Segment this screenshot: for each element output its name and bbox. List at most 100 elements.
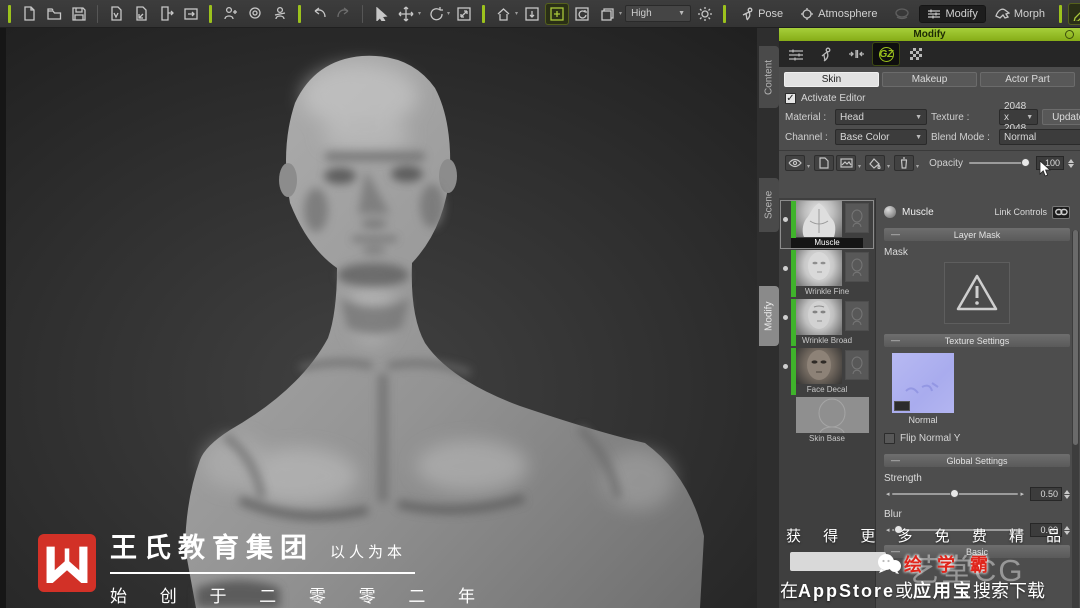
tab-morph-slider[interactable]	[843, 43, 869, 65]
strength-value[interactable]: 0.50	[1030, 487, 1062, 501]
makeup-tab-button[interactable]: Makeup	[882, 72, 977, 87]
undo-button[interactable]	[308, 4, 330, 24]
actor-part-tab-button[interactable]: Actor Part	[980, 72, 1075, 87]
strength-spinner[interactable]	[1064, 489, 1070, 499]
select-tool-button[interactable]	[370, 4, 392, 24]
redo-button[interactable]	[333, 4, 355, 24]
character-create-button[interactable]	[219, 4, 241, 24]
tab-attributes[interactable]	[783, 43, 809, 65]
home-camera-button[interactable]	[492, 4, 514, 24]
modify-panel: Modify GZ Skin Makeup Actor Part ✓ Activ…	[779, 28, 1080, 608]
delete-layer-button[interactable]	[894, 155, 915, 171]
move-tool-caret[interactable]: ▾	[418, 10, 421, 17]
layer-item-muscle[interactable]: Muscle	[780, 200, 874, 249]
layer-name: Wrinkle Broad	[801, 336, 853, 345]
strength-slider[interactable]	[891, 489, 1019, 499]
layer-visibility-icon[interactable]	[783, 364, 788, 369]
layer-mask-section-header[interactable]: — Layer Mask	[884, 228, 1070, 241]
multi-view-caret[interactable]: ▾	[619, 10, 622, 17]
normal-map-thumbnail[interactable]	[892, 353, 954, 413]
edit-mesh-button[interactable]	[1068, 2, 1080, 25]
zoom-fit-button[interactable]	[545, 2, 570, 25]
activate-editor-checkbox[interactable]: ✓	[785, 93, 796, 104]
panel-title-bar[interactable]: Modify	[779, 28, 1080, 41]
fill-layer-button[interactable]	[865, 155, 886, 171]
collapse-icon[interactable]: —	[891, 456, 900, 465]
slider-right-arrow[interactable]: ▸	[1020, 490, 1024, 498]
import-image-layer-button[interactable]	[836, 155, 857, 171]
multi-view-button[interactable]	[596, 4, 618, 24]
side-tab-scene-label: Scene	[763, 190, 775, 220]
move-tool-button[interactable]	[395, 4, 417, 24]
rotate-tool-caret[interactable]: ▾	[447, 10, 450, 17]
rotate-tool-button[interactable]	[424, 4, 446, 24]
orbit-view-button[interactable]	[571, 4, 593, 24]
new-layer-button[interactable]	[814, 155, 835, 171]
character-paint-button[interactable]	[269, 4, 291, 24]
atmosphere-button[interactable]: Atmosphere	[793, 5, 884, 23]
global-settings-section-header[interactable]: — Global Settings	[884, 454, 1070, 467]
frame-object-button[interactable]	[521, 4, 543, 24]
collapse-icon[interactable]: —	[891, 336, 900, 345]
slider-left-arrow[interactable]: ◂	[886, 490, 890, 498]
side-tab-content[interactable]: Content	[759, 46, 779, 108]
scale-tool-button[interactable]	[453, 4, 475, 24]
opacity-slider[interactable]	[968, 158, 1030, 168]
layer-mask-thumbnail[interactable]	[845, 350, 869, 380]
layer-visibility-button[interactable]	[785, 155, 805, 171]
scrollbar-thumb[interactable]	[1073, 230, 1078, 445]
light-settings-button[interactable]	[694, 4, 716, 24]
promo-app-badge: 绘 学 霸	[876, 551, 993, 577]
link-controls-button[interactable]	[1052, 205, 1070, 219]
export-file-button[interactable]	[155, 4, 177, 24]
modify-button[interactable]: Modify	[919, 4, 986, 23]
channel-dropdown[interactable]: Base Color ▼	[835, 129, 927, 145]
side-tab-modify[interactable]: Modify	[759, 286, 779, 346]
layer-visibility-icon[interactable]	[783, 315, 788, 320]
tab-skingen[interactable]: GZ	[872, 42, 900, 66]
export-image-button[interactable]	[180, 4, 202, 24]
texture-size-dropdown[interactable]: 2048 x 2048 ▼	[999, 101, 1039, 134]
layer-mask-thumbnail[interactable]	[845, 301, 869, 331]
update-button[interactable]: Update	[1042, 109, 1080, 125]
delete-layer-caret[interactable]: ▾	[916, 163, 919, 170]
morph-button[interactable]: Morph	[988, 5, 1052, 22]
tab-texture-check[interactable]	[903, 43, 929, 65]
new-project-button[interactable]	[18, 4, 40, 24]
layer-item-skin-base[interactable]: Skin Base	[781, 397, 873, 444]
layer-visibility-icon[interactable]	[783, 217, 788, 222]
layer-item-wrinkle-fine[interactable]: Wrinkle Fine	[781, 250, 873, 297]
panel-title: Modify	[913, 29, 946, 40]
fill-layer-caret[interactable]: ▾	[887, 163, 890, 170]
save-project-button[interactable]	[68, 4, 90, 24]
layer-mask-thumbnail[interactable]	[845, 203, 869, 233]
layer-item-face-decal[interactable]: Face Decal	[781, 348, 873, 395]
open-project-button[interactable]	[43, 4, 65, 24]
flip-normal-checkbox[interactable]	[884, 433, 895, 444]
viewport-3d[interactable]: 王氏教育集团 以人为本 始 创 于 二 零 零 二 年	[0, 28, 757, 608]
home-camera-caret[interactable]: ▾	[515, 10, 518, 17]
layer-item-wrinkle-broad[interactable]: Wrinkle Broad	[781, 299, 873, 346]
mask-empty-slot[interactable]	[944, 262, 1010, 324]
import-content-button[interactable]	[105, 4, 127, 24]
opacity-slider-handle[interactable]	[1021, 158, 1030, 167]
tab-motion[interactable]	[813, 43, 839, 65]
strength-slider-handle[interactable]	[949, 489, 959, 498]
pose-button[interactable]: Pose	[733, 5, 790, 23]
quality-dropdown[interactable]: High ▼	[625, 5, 692, 22]
layer-mask-thumbnail[interactable]	[845, 252, 869, 282]
texture-settings-section-header[interactable]: — Texture Settings	[884, 334, 1070, 347]
material-dropdown[interactable]: Head ▼	[835, 109, 927, 125]
panel-pin-icon[interactable]	[1065, 30, 1074, 39]
import-image-caret[interactable]: ▾	[858, 163, 861, 170]
side-tab-scene[interactable]: Scene	[759, 178, 779, 232]
character-morph-button[interactable]	[244, 4, 266, 24]
collapse-icon[interactable]: —	[891, 230, 900, 239]
skin-tab-button[interactable]: Skin	[784, 72, 879, 87]
layer-visibility-caret[interactable]: ▾	[807, 163, 810, 170]
merge-content-button[interactable]	[130, 4, 152, 24]
blend-mode-dropdown[interactable]: Normal▼	[999, 129, 1080, 145]
opacity-spinner[interactable]	[1068, 158, 1074, 168]
layer-visibility-icon[interactable]	[783, 266, 788, 271]
promo-middle: 艺堂CG 绘 学 霸	[780, 549, 1080, 588]
